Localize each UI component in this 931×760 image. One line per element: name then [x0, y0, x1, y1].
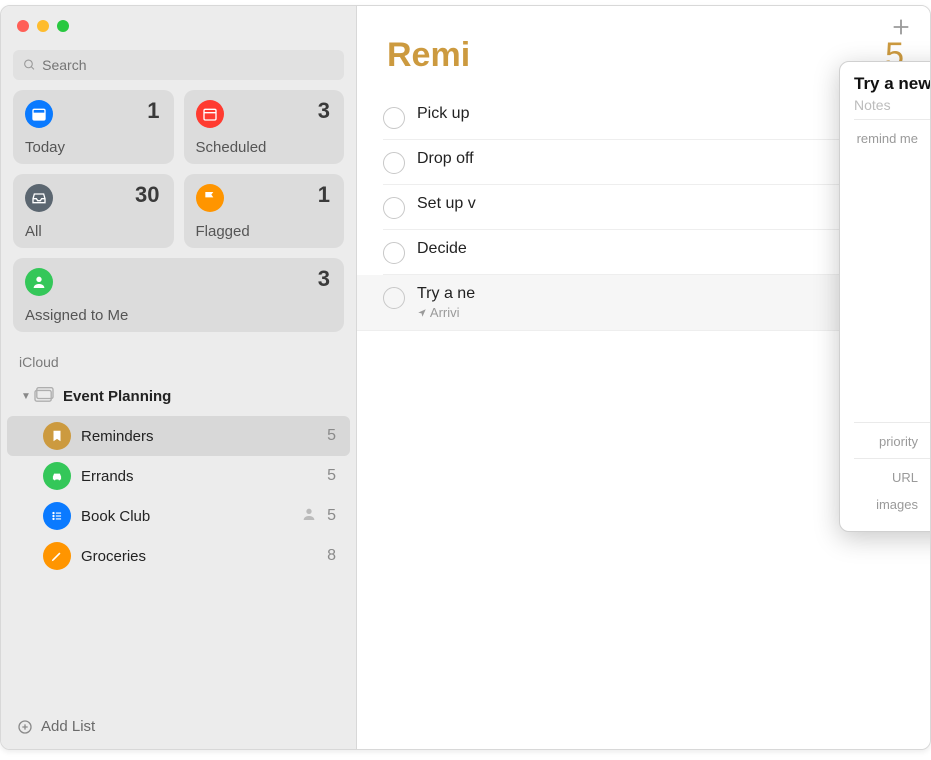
- list-count: 5: [327, 507, 336, 525]
- calendar-icon: [196, 100, 224, 128]
- smart-flagged-label: Flagged: [196, 223, 250, 240]
- calendar-today-icon: [25, 100, 53, 128]
- popover-title[interactable]: Try a new coffee: [854, 74, 931, 94]
- list-count: 5: [327, 427, 336, 445]
- location-arrow-icon: [417, 308, 427, 318]
- smart-flagged-count: 1: [318, 182, 330, 208]
- smart-scheduled[interactable]: 3 Scheduled: [184, 90, 345, 164]
- smart-all[interactable]: 30 All: [13, 174, 174, 248]
- smart-scheduled-label: Scheduled: [196, 139, 267, 156]
- task-title: Drop off: [417, 150, 474, 168]
- complete-checkbox[interactable]: [383, 152, 405, 174]
- list-title: Remi: [387, 36, 470, 75]
- list-reminders[interactable]: Reminders 5: [7, 416, 350, 456]
- task-title: Pick up: [417, 105, 469, 123]
- smart-assigned-label: Assigned to Me: [25, 307, 128, 324]
- task-title: Decide: [417, 240, 467, 258]
- bookmark-icon: [43, 422, 71, 450]
- search-icon: [23, 58, 36, 72]
- list-label: Book Club: [81, 508, 301, 525]
- smart-assigned[interactable]: 3 Assigned to Me: [13, 258, 344, 332]
- priority-label: priority: [854, 432, 930, 449]
- smart-all-label: All: [25, 223, 42, 240]
- person-icon: [25, 268, 53, 296]
- list-count: 8: [327, 547, 336, 565]
- plus-circle-icon: [17, 719, 33, 735]
- flag-icon: [196, 184, 224, 212]
- smart-today-label: Today: [25, 139, 65, 156]
- notes-field[interactable]: Notes: [854, 97, 931, 113]
- smart-assigned-count: 3: [318, 266, 330, 292]
- list-book-club[interactable]: Book Club 5: [7, 496, 350, 536]
- smart-all-count: 30: [135, 182, 159, 208]
- task-title: Set up v: [417, 195, 476, 213]
- add-list-button[interactable]: Add List: [1, 704, 356, 749]
- smart-flagged[interactable]: 1 Flagged: [184, 174, 345, 248]
- search-input[interactable]: [42, 57, 334, 73]
- plus-icon: [890, 16, 912, 38]
- close-icon[interactable]: [17, 20, 29, 32]
- list-errands[interactable]: Errands 5: [7, 456, 350, 496]
- smart-scheduled-count: 3: [318, 98, 330, 124]
- complete-checkbox[interactable]: [383, 107, 405, 129]
- list-group-label: Event Planning: [63, 388, 336, 405]
- url-label: URL: [854, 468, 930, 485]
- remind-me-label: remind me: [854, 129, 930, 146]
- disclosure-triangle-icon[interactable]: ▼: [21, 391, 29, 402]
- smart-today[interactable]: 1 Today: [13, 90, 174, 164]
- car-icon: [43, 462, 71, 490]
- smart-lists: 1 Today 3 Scheduled 30 All: [1, 90, 356, 248]
- list-label: Errands: [81, 468, 327, 485]
- pencil-icon: [43, 542, 71, 570]
- task-subtitle: Arrivi: [417, 305, 475, 320]
- list-bullet-icon: [43, 502, 71, 530]
- list-groceries[interactable]: Groceries 8: [7, 536, 350, 576]
- sidebar: 1 Today 3 Scheduled 30 All: [1, 6, 357, 749]
- minimize-icon[interactable]: [37, 20, 49, 32]
- complete-checkbox[interactable]: [383, 287, 405, 309]
- main-content: Remi 5 Pick up Drop off Set up v Decide: [357, 6, 930, 749]
- add-reminder-button[interactable]: [890, 16, 912, 43]
- complete-checkbox[interactable]: [383, 197, 405, 219]
- smart-today-count: 1: [147, 98, 159, 124]
- reminders-window: 1 Today 3 Scheduled 30 All: [0, 5, 931, 750]
- list-label: Groceries: [81, 548, 327, 565]
- task-title: Try a ne: [417, 285, 475, 303]
- reminder-details-popover: Try a new coffee Notes remind me On a Da…: [839, 61, 931, 532]
- complete-checkbox[interactable]: [383, 242, 405, 264]
- images-label: images: [854, 495, 930, 512]
- search-field[interactable]: [13, 50, 344, 80]
- list-label: Reminders: [81, 428, 327, 445]
- icloud-section-header[interactable]: iCloud: [1, 332, 356, 376]
- list-group-event-planning[interactable]: ▼ Event Planning: [7, 376, 350, 416]
- folder-stack-icon: [33, 385, 55, 407]
- list-count: 5: [327, 467, 336, 485]
- shared-icon: [301, 506, 317, 526]
- add-list-label: Add List: [41, 718, 95, 735]
- window-controls: [1, 6, 356, 36]
- tray-icon: [25, 184, 53, 212]
- zoom-icon[interactable]: [57, 20, 69, 32]
